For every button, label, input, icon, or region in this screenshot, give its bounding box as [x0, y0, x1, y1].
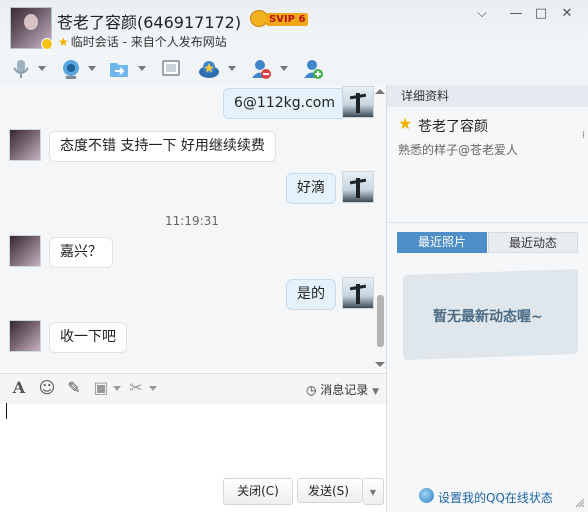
chevron-down-icon	[280, 66, 288, 71]
session-info: ★ 临时会话 - 来自个人发布网站	[58, 33, 227, 50]
globe-icon[interactable]	[419, 488, 434, 503]
my-avatar[interactable]	[342, 171, 374, 203]
send-file-button[interactable]	[108, 57, 148, 81]
voice-call-button[interactable]	[10, 57, 48, 81]
chevron-down-icon	[88, 66, 96, 71]
session-type: 临时会话 - 来自个人发布网站	[70, 35, 227, 49]
chevron-down-icon[interactable]	[149, 386, 157, 391]
image-icon[interactable]: ▣	[92, 379, 110, 397]
scroll-up-icon[interactable]	[375, 89, 385, 94]
video-call-button[interactable]	[60, 57, 98, 81]
star-icon: ★	[58, 35, 69, 49]
empty-state-text: 暂无最新动态喔~	[433, 309, 543, 325]
collapse-icon[interactable]: ⌵	[472, 6, 492, 22]
input-toolbar: A ☺ ✎ ▣ ✂ ◷ 消息记录 ▼	[0, 373, 386, 404]
send-options-button[interactable]: ▼	[363, 478, 384, 505]
add-contact-button[interactable]	[302, 57, 328, 81]
resize-grip-icon[interactable]	[575, 498, 585, 508]
chat-scrollbar[interactable]	[374, 85, 386, 370]
text-caret	[6, 403, 7, 419]
file-transfer-icon	[110, 63, 128, 77]
webcam-icon	[63, 60, 79, 79]
message-history-button[interactable]: ◷ 消息记录 ▼	[306, 381, 379, 398]
remove-contact-button[interactable]	[250, 57, 290, 81]
message-bubble-sent[interactable]: 好滴	[286, 173, 336, 204]
chevron-down-icon: ▼	[369, 488, 377, 497]
chevron-down-icon[interactable]	[113, 386, 121, 391]
vip-badge[interactable]: SVIP 6	[266, 13, 309, 26]
star-icon: ★	[398, 114, 413, 133]
tab-recent-updates[interactable]: 最近动态	[488, 232, 578, 253]
chevron-down-icon	[228, 66, 236, 71]
chevron-down-icon	[138, 66, 146, 71]
contact-message-avatar[interactable]	[9, 129, 41, 161]
screen-share-button[interactable]	[160, 57, 184, 81]
chat-window: 苍老了容颜(646917172) SVIP 6 ★ 临时会话 - 来自个人发布网站…	[0, 0, 588, 512]
divider	[387, 222, 588, 223]
contact-avatar[interactable]	[10, 7, 53, 50]
profile-header: 详细资料	[387, 85, 588, 107]
scrollbar-thumb[interactable]	[377, 295, 384, 347]
scissors-icon[interactable]: ✂	[127, 379, 145, 397]
contact-name[interactable]: 苍老了容颜(646917172)	[57, 9, 241, 33]
online-status-icon	[41, 38, 53, 50]
message-bubble-received[interactable]: 嘉兴？	[49, 237, 113, 268]
send-button-label: 发送(S)	[308, 484, 349, 498]
my-avatar[interactable]	[342, 277, 374, 309]
message-bubble-received[interactable]: 收一下吧	[49, 322, 127, 353]
close-icon[interactable]: ✕	[557, 6, 577, 22]
app-center-icon	[199, 61, 219, 78]
edit-image-icon[interactable]: ✎	[65, 379, 83, 397]
my-avatar[interactable]	[342, 86, 374, 118]
message-bubble-sent[interactable]: 是的	[286, 279, 336, 310]
toolbar	[0, 55, 588, 85]
minimize-icon[interactable]: —	[506, 6, 526, 22]
online-status-link[interactable]: 设置我的QQ在线状态	[438, 489, 553, 506]
scroll-down-icon[interactable]	[375, 362, 385, 367]
screen-share-icon	[162, 60, 180, 76]
contact-message-avatar[interactable]	[9, 320, 41, 352]
avatar-face	[24, 14, 38, 30]
chevron-down-icon: ▼	[372, 387, 380, 397]
message-bubble-sent[interactable]: 6@112kg.com	[223, 88, 346, 119]
remove-contact-icon	[252, 60, 271, 79]
contact-message-avatar[interactable]	[9, 235, 41, 267]
profile-signature: 熟悉的样子@苍老爱人	[398, 143, 519, 157]
message-input[interactable]	[0, 404, 386, 480]
close-button[interactable]: 关闭(C)	[223, 478, 293, 505]
microphone-icon	[13, 60, 29, 78]
message-timestamp: 11:19:31	[165, 214, 219, 228]
message-history-label: 消息记录	[320, 383, 369, 397]
profile-name[interactable]: 苍老了容颜	[418, 116, 488, 136]
add-contact-icon	[304, 60, 323, 79]
send-button[interactable]: 发送(S)	[297, 478, 363, 503]
tab-recent-photos[interactable]: 最近照片	[397, 232, 487, 253]
app-center-button[interactable]	[198, 57, 238, 81]
chevron-down-icon	[38, 66, 46, 71]
panel-edge-mark: ⁞	[582, 130, 586, 141]
message-bubble-received[interactable]: 态度不错 支持一下 好用继续续费	[49, 131, 276, 162]
emoji-icon[interactable]: ☺	[38, 379, 56, 397]
clock-icon: ◷	[306, 383, 321, 397]
maximize-icon[interactable]: □	[531, 6, 551, 22]
font-icon[interactable]: A	[10, 379, 28, 397]
